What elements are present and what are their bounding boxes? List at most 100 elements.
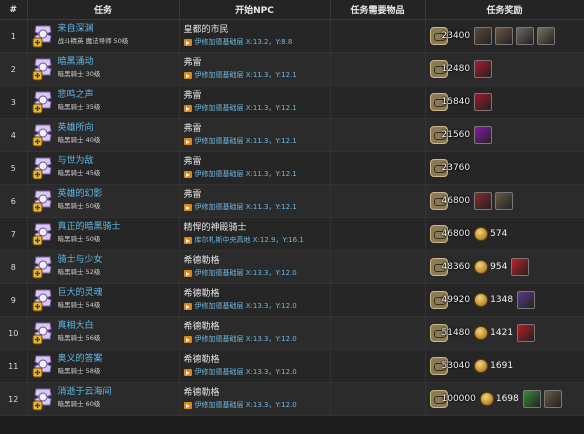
row-number-text: 4	[10, 130, 16, 140]
npc-cell: 弗雷 伊修加德基础层 X:11.3，Y:12.1	[179, 151, 331, 185]
reward-item-icon[interactable]	[474, 27, 493, 45]
quest-name-link[interactable]: 消逝于云海间	[58, 386, 112, 399]
npc-location-text[interactable]: 库尔札斯中央高地 X:12.9，Y:16.1	[195, 235, 304, 246]
reward-item-icon[interactable]	[495, 27, 514, 45]
exp-reward: 15840	[429, 93, 471, 111]
quest-name-link[interactable]: 暗黑涌动	[58, 56, 101, 69]
table-row: 9 巨大的灵魂 暗黑骑士 54级 希德勒格 伊修加德基础层 X:13.3，Y:1…	[0, 283, 584, 317]
quest-name-link[interactable]: 奥义的答案	[58, 353, 103, 366]
header-items[interactable]: 任务需要物品	[330, 0, 426, 20]
quest-name-link[interactable]: 骑士与少女	[58, 254, 103, 267]
header-reward[interactable]: 任务奖励	[425, 0, 584, 20]
reward-list: 48360 954	[429, 251, 584, 283]
npc-location-text[interactable]: 伊修加德基础层 X:13.3，Y:12.0	[195, 268, 297, 279]
npc-location-text[interactable]: 伊修加德基础层 X:11.3，Y:12.1	[195, 169, 297, 180]
map-marker-icon	[183, 237, 192, 244]
quest-requirement: 暗黑骑士 58级	[57, 367, 101, 375]
required-items-cell	[330, 19, 426, 53]
row-number-text: 6	[10, 196, 16, 206]
npc-location-text[interactable]: 伊修加德基础层 X:11.3，Y:12.1	[195, 136, 297, 147]
exp-reward: 23400	[429, 27, 470, 45]
npc-location-text[interactable]: 伊修加德基础层 X:11.3，Y:12.1	[195, 103, 297, 114]
npc-location-link[interactable]: 伊修加德基础层 X:13.2，Y:8.8	[183, 37, 330, 48]
row-number-text: 2	[10, 64, 16, 74]
reward-item-icon[interactable]	[474, 126, 493, 144]
reward-item-icon[interactable]	[511, 258, 530, 276]
quest-name-link[interactable]: 英雄所向	[58, 122, 101, 135]
reward-item-icon[interactable]	[495, 192, 514, 210]
npc-location-link[interactable]: 伊修加德基础层 X:11.3，Y:12.1	[183, 70, 330, 81]
npc-location-text[interactable]: 伊修加德基础层 X:11.3，Y:12.1	[195, 202, 297, 213]
npc-location-link[interactable]: 伊修加德基础层 X:13.3，Y:12.0	[183, 334, 330, 345]
npc-name: 希德勒格	[183, 388, 220, 398]
npc-location-link[interactable]: 伊修加德基础层 X:13.3，Y:12.0	[183, 268, 330, 279]
reward-item-icon[interactable]	[517, 324, 536, 342]
row-number-text: 1	[10, 31, 16, 41]
npc-name: 弗雷	[183, 190, 202, 200]
npc-location-text[interactable]: 伊修加德基础层 X:13.3，Y:12.0	[195, 400, 297, 411]
reward-item-icon[interactable]	[517, 291, 536, 309]
row-number: 9	[0, 283, 28, 317]
npc-location-link[interactable]: 伊修加德基础层 X:11.3，Y:12.1	[183, 136, 330, 147]
npc-cell: 弗雷 伊修加德基础层 X:11.3，Y:12.1	[179, 52, 331, 86]
npc-location-text[interactable]: 伊修加德基础层 X:11.3，Y:12.1	[195, 70, 297, 81]
required-items-cell	[330, 316, 426, 350]
header-npc[interactable]: 开始NPC	[179, 0, 331, 20]
exp-reward: 48360	[429, 258, 470, 276]
npc-location-link[interactable]: 伊修加德基础层 X:11.3，Y:12.1	[183, 103, 330, 114]
reward-item-icon[interactable]	[516, 27, 535, 45]
map-marker-icon	[183, 171, 192, 178]
npc-location-link[interactable]: 伊修加德基础层 X:13.3，Y:12.0	[183, 301, 330, 312]
reward-item-icon[interactable]	[474, 60, 493, 78]
gil-coin-icon	[474, 326, 489, 340]
quest-icon	[32, 320, 54, 346]
exp-value: 12480	[441, 64, 471, 74]
exp-reward: 100000	[429, 390, 476, 408]
npc-location-link[interactable]: 伊修加德基础层 X:11.3，Y:12.1	[183, 169, 330, 180]
reward-item-icon[interactable]	[522, 390, 541, 408]
gil-value: 574	[490, 229, 508, 239]
reward-list: 46800 574	[429, 218, 584, 250]
quest-name-link[interactable]: 英雄的幻影	[58, 188, 103, 201]
npc-location-text[interactable]: 伊修加德基础层 X:13.2，Y:8.8	[195, 37, 293, 48]
quest-name-link[interactable]: 真相大白	[58, 320, 101, 333]
quest-name-link[interactable]: 真正的暗黑骑士	[58, 221, 121, 234]
row-number: 6	[0, 184, 28, 218]
required-items-cell	[330, 283, 426, 317]
npc-name: 希德勒格	[183, 355, 220, 365]
map-marker-icon	[183, 105, 192, 112]
reward-item-icon[interactable]	[474, 192, 493, 210]
table-row: 5 与世为敌 暗黑骑士 45级 弗雷 伊修加德基础层 X:11.3，Y:12.1	[0, 151, 584, 185]
quest-cell: 英雄所向 暗黑骑士 40级	[27, 118, 180, 152]
header-quest[interactable]: 任务	[27, 0, 180, 20]
npc-location-link[interactable]: 伊修加德基础层 X:13.3，Y:12.0	[183, 367, 330, 378]
npc-location-link[interactable]: 库尔札斯中央高地 X:12.9，Y:16.1	[183, 235, 330, 246]
gil-value: 1348	[490, 295, 514, 305]
npc-name: 希德勒格	[183, 322, 220, 332]
npc-location-text[interactable]: 伊修加德基础层 X:13.3，Y:12.0	[195, 367, 297, 378]
quest-name-link[interactable]: 巨大的灵魂	[58, 287, 103, 300]
quest-name-link[interactable]: 来自深渊	[58, 23, 129, 36]
npc-name: 弗雷	[183, 58, 202, 68]
npc-location-link[interactable]: 伊修加德基础层 X:11.3，Y:12.1	[183, 202, 330, 213]
reward-cell: 12480	[425, 52, 584, 86]
exp-value: 21560	[441, 130, 471, 140]
quest-name-link[interactable]: 与世为敌	[58, 155, 101, 168]
npc-cell: 希德勒格 伊修加德基础层 X:13.3，Y:12.0	[179, 349, 331, 383]
reward-cell: 23400	[425, 19, 584, 53]
npc-location-text[interactable]: 伊修加德基础层 X:13.3，Y:12.0	[195, 334, 297, 345]
gil-reward: 574	[474, 227, 507, 241]
reward-item-icon[interactable]	[537, 27, 556, 45]
npc-cell: 希德勒格 伊修加德基础层 X:13.3，Y:12.0	[179, 250, 331, 284]
quest-name-link[interactable]: 悲鸣之声	[58, 89, 101, 102]
reward-item-icon[interactable]	[543, 390, 562, 408]
npc-location-link[interactable]: 伊修加德基础层 X:13.3，Y:12.0	[183, 400, 330, 411]
npc-location-text[interactable]: 伊修加德基础层 X:13.3，Y:12.0	[195, 301, 297, 312]
reward-list: 21560	[429, 119, 584, 151]
quest-cell: 暗黑涌动 暗黑骑士 30级	[27, 52, 180, 86]
exp-value: 15840	[441, 97, 471, 107]
exp-value: 53040	[441, 361, 471, 371]
reward-item-icon[interactable]	[474, 93, 493, 111]
npc-cell: 精悍的神殿骑士 库尔札斯中央高地 X:12.9，Y:16.1	[179, 217, 331, 251]
required-items-cell	[330, 184, 426, 218]
